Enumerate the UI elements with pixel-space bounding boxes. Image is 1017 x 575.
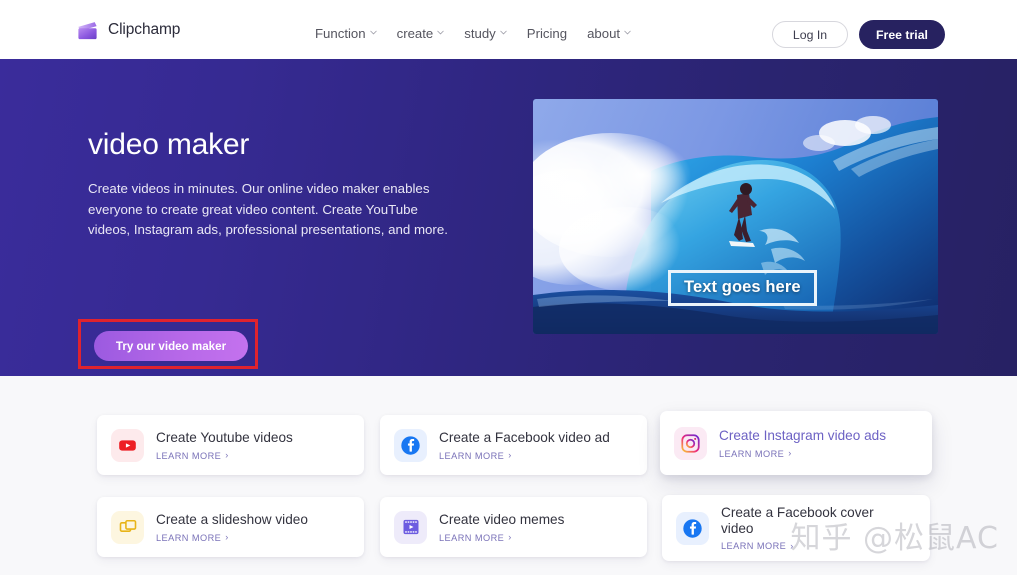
card-body: Create a slideshow video LEARN MORE › [156, 512, 308, 543]
learn-more-label: LEARN MORE [156, 450, 222, 461]
film-strip-icon [394, 510, 427, 544]
hero-section: video maker Create videos in minutes. Ou… [0, 59, 1017, 376]
instagram-icon [674, 426, 707, 460]
learn-more-label: LEARN MORE [439, 450, 505, 461]
learn-more-link[interactable]: LEARN MORE › [721, 541, 876, 551]
youtube-icon [111, 428, 144, 462]
clipchamp-landing-page: Clipchamp Function create study Pricing … [0, 0, 1017, 575]
card-title: Create Instagram video ads [719, 427, 886, 443]
chevron-right-icon: › [225, 532, 229, 542]
learn-more-link[interactable]: LEARN MORE › [156, 533, 308, 543]
learn-more-label: LEARN MORE [721, 541, 787, 551]
nav-item-create[interactable]: create [397, 25, 445, 43]
learn-more-label: LEARN MORE [156, 532, 222, 543]
nav-item-label: study [464, 26, 496, 41]
nav-item-label: create [396, 26, 434, 41]
card-body: Create a Facebook video ad LEARN MORE › [439, 430, 610, 461]
learn-more-link[interactable]: LEARN MORE › [719, 449, 886, 459]
feature-cards-grid: Create Youtube videos LEARN MORE › Creat… [0, 376, 1017, 575]
clipchamp-logo-icon [76, 19, 99, 42]
login-button[interactable]: Log In [772, 21, 848, 48]
card-title: Create a Facebook video ad [439, 429, 610, 445]
card-create-slideshow-video[interactable]: Create a slideshow video LEARN MORE › [97, 497, 364, 557]
card-body: Create video memes LEARN MORE › [439, 512, 564, 543]
page-title: video maker [88, 128, 250, 161]
nav-item-pricing[interactable]: Pricing [527, 25, 567, 43]
facebook-icon [676, 511, 709, 545]
hero-subtitle: Create videos in minutes. Our online vid… [88, 181, 448, 237]
card-create-video-memes[interactable]: Create video memes LEARN MORE › [380, 497, 647, 557]
video-text-overlay: Text goes here [668, 270, 817, 306]
card-body: Create Instagram video ads LEARN MORE › [719, 428, 886, 459]
top-navigation-bar: Clipchamp Function create study Pricing … [0, 0, 1017, 59]
card-create-facebook-cover-video[interactable]: Create a Facebook cover video LEARN MORE… [662, 495, 930, 561]
card-title: Create a Facebook cover video [721, 505, 874, 536]
card-create-facebook-video-ad[interactable]: Create a Facebook video ad LEARN MORE › [380, 415, 647, 475]
card-body: Create a Facebook cover video LEARN MORE… [721, 505, 876, 551]
learn-more-label: LEARN MORE [439, 532, 505, 543]
chevron-down-icon [624, 29, 631, 36]
chevron-down-icon [369, 29, 377, 36]
main-nav-menu: Function create study Pricing about [315, 25, 631, 43]
nav-item-label: Function [315, 26, 366, 41]
card-title: Create video memes [439, 511, 565, 527]
card-title: Create a slideshow video [156, 511, 308, 527]
facebook-icon [394, 428, 427, 462]
chevron-right-icon: › [790, 540, 794, 551]
card-body: Create Youtube videos LEARN MORE › [156, 430, 293, 461]
chevron-right-icon: › [788, 448, 792, 458]
nav-item-about[interactable]: about [587, 25, 631, 43]
chevron-right-icon: › [508, 532, 512, 542]
card-title: Create Youtube videos [156, 429, 293, 445]
hero-video-preview[interactable]: Text goes here [533, 99, 938, 334]
free-trial-button[interactable]: Free trial [859, 20, 945, 49]
chevron-down-icon [500, 29, 507, 36]
hero-copy: video maker Create videos in minutes. Ou… [88, 128, 488, 241]
nav-item-label: Pricing [526, 26, 568, 41]
nav-actions: Log In Free trial [772, 20, 945, 49]
learn-more-link[interactable]: LEARN MORE › [439, 451, 610, 461]
nav-item-label: about [587, 26, 621, 41]
learn-more-link[interactable]: LEARN MORE › [439, 533, 564, 543]
card-create-instagram-video-ads[interactable]: Create Instagram video ads LEARN MORE › [660, 411, 932, 475]
chevron-down-icon [437, 29, 444, 36]
chevron-right-icon: › [508, 450, 512, 460]
chevron-right-icon: › [225, 450, 229, 460]
learn-more-link[interactable]: LEARN MORE › [156, 451, 293, 461]
brand-logo-link[interactable]: Clipchamp [76, 17, 180, 43]
try-video-maker-button[interactable]: Try our video maker [94, 331, 248, 361]
learn-more-label: LEARN MORE [719, 448, 785, 459]
cta-highlight-box: Try our video maker [78, 319, 258, 369]
nav-item-study[interactable]: study [464, 25, 507, 43]
nav-item-function[interactable]: Function [315, 25, 377, 43]
slideshow-icon [111, 510, 144, 544]
card-create-youtube-videos[interactable]: Create Youtube videos LEARN MORE › [97, 415, 364, 475]
brand-name: Clipchamp [108, 21, 181, 38]
